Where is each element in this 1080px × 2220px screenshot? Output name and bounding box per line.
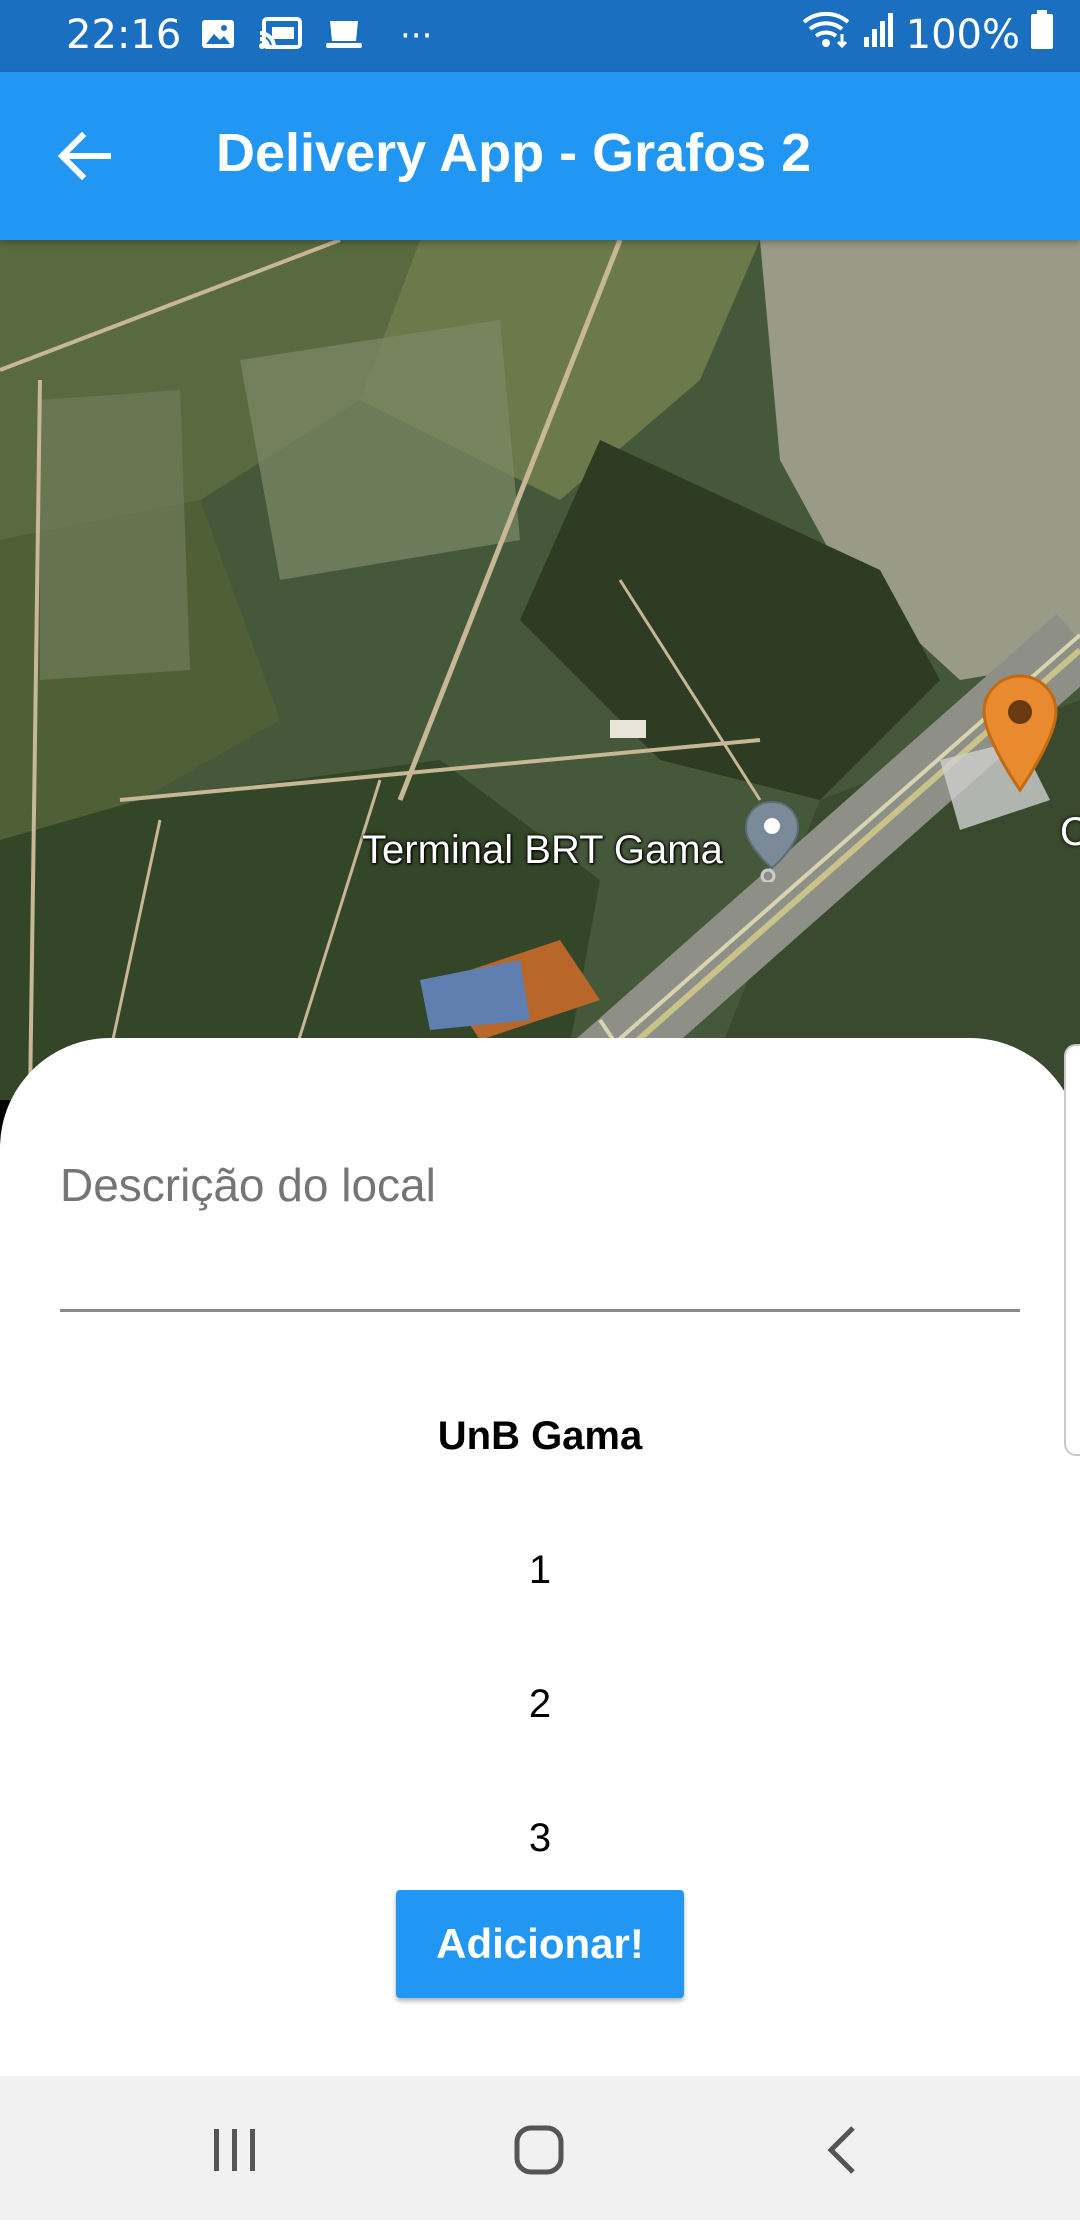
app-icon bbox=[324, 17, 364, 55]
picker-item[interactable]: 3 bbox=[0, 1816, 1080, 1852]
nav-back-button[interactable] bbox=[796, 2112, 886, 2188]
signal-icon bbox=[862, 11, 896, 59]
back-icon bbox=[827, 2126, 855, 2174]
satellite-map[interactable]: Terminal BRT Gama C bbox=[0, 240, 1080, 1100]
poi-label: Terminal BRT Gama bbox=[362, 828, 723, 872]
poi-marker[interactable] bbox=[744, 800, 800, 882]
notification-icons: ··· bbox=[200, 16, 432, 56]
system-nav-bar bbox=[0, 2076, 1080, 2220]
description-input[interactable] bbox=[60, 1158, 1024, 1310]
more-notifications-icon: ··· bbox=[400, 16, 433, 56]
recent-apps-button[interactable] bbox=[190, 2112, 280, 2188]
location-picker[interactable]: UnB Gama 1 2 3 bbox=[0, 1318, 1080, 1852]
home-button[interactable] bbox=[494, 2112, 584, 2188]
page-title: Delivery App - Grafos 2 bbox=[216, 123, 812, 183]
add-location-sheet: Descrição do local UnB Gama 1 2 3 Adicio… bbox=[0, 1038, 1080, 2078]
picker-item-selected[interactable]: UnB Gama bbox=[0, 1414, 1080, 1459]
wifi-icon bbox=[802, 10, 852, 60]
add-button[interactable]: Adicionar! bbox=[396, 1890, 684, 1998]
grey-place-marker bbox=[744, 800, 800, 882]
recent-apps-icon bbox=[214, 2129, 255, 2171]
description-underline bbox=[60, 1309, 1020, 1312]
cast-icon bbox=[258, 17, 302, 55]
home-icon bbox=[514, 2125, 564, 2175]
status-bar: 22:16 ··· 100% bbox=[0, 0, 1080, 72]
system-status-icons: 100% bbox=[802, 10, 1054, 60]
back-button[interactable] bbox=[44, 116, 124, 196]
battery-icon bbox=[1030, 10, 1054, 60]
image-icon bbox=[200, 18, 236, 54]
orange-selected-marker bbox=[982, 674, 1058, 793]
map-edge-label: C bbox=[1060, 810, 1080, 854]
picker-item[interactable]: 2 bbox=[0, 1682, 1080, 1727]
arrow-back-icon bbox=[57, 131, 111, 181]
picker-item[interactable]: 1 bbox=[0, 1548, 1080, 1593]
status-time: 22:16 bbox=[66, 12, 182, 58]
app-bar: Delivery App - Grafos 2 bbox=[0, 72, 1080, 240]
battery-percent: 100% bbox=[905, 12, 1020, 58]
selected-location-marker[interactable] bbox=[980, 672, 1060, 796]
description-field[interactable]: Descrição do local bbox=[60, 1158, 1024, 1312]
scroll-indicator[interactable] bbox=[1064, 1044, 1080, 1456]
